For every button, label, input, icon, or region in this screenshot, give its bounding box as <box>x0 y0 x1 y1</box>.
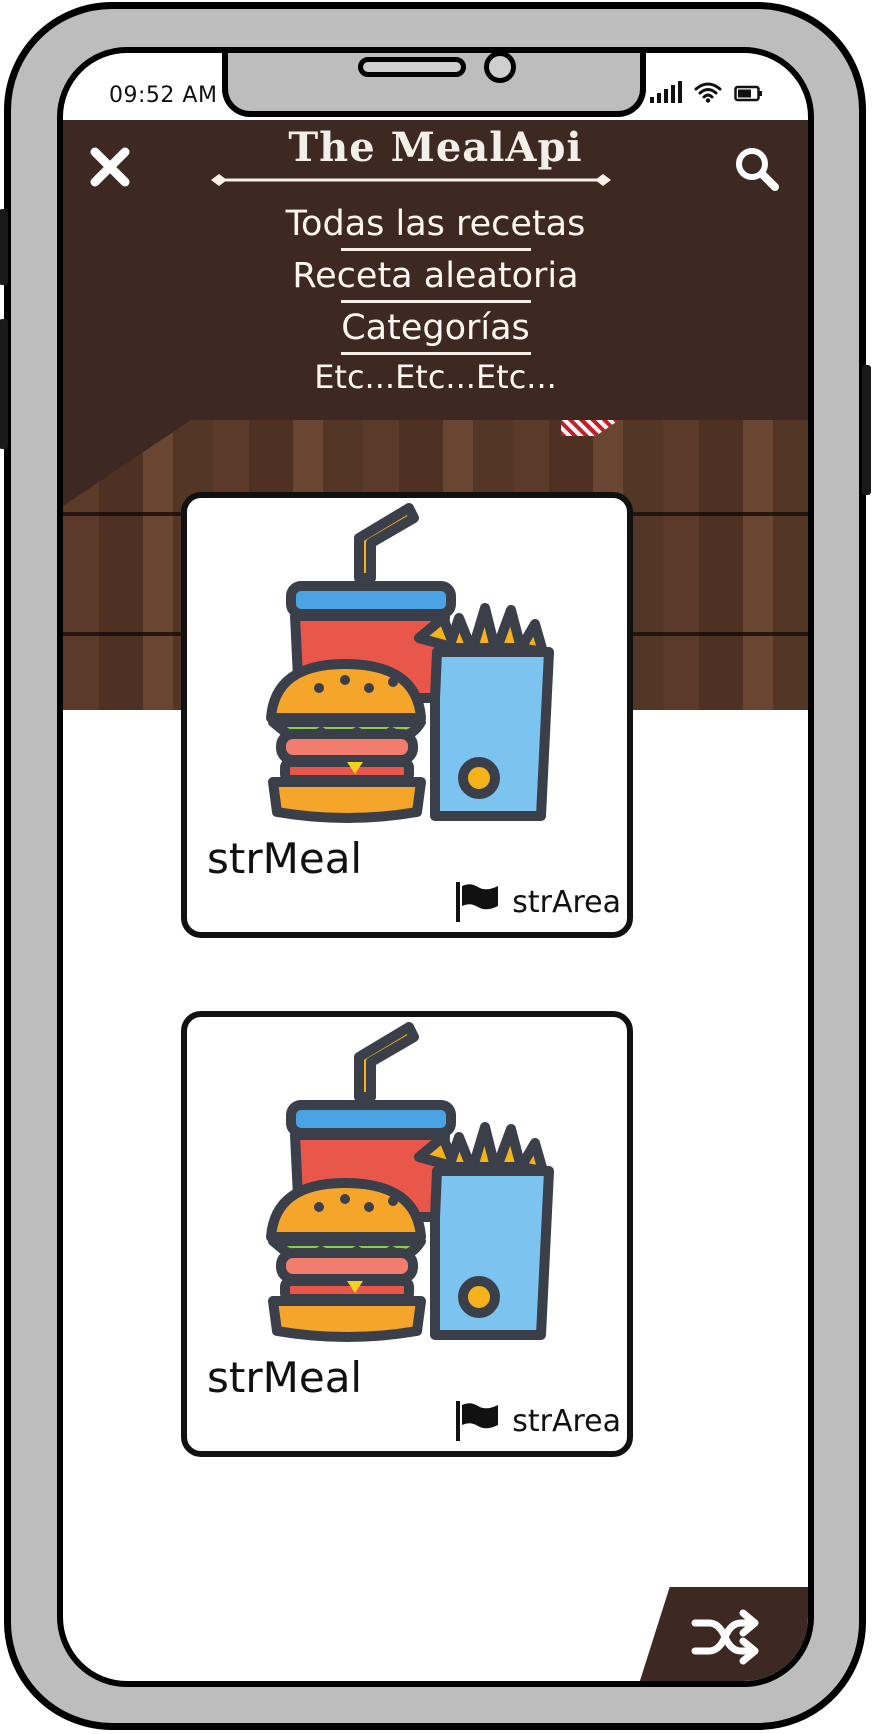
wifi-icon <box>694 82 722 103</box>
menu-divider <box>340 352 531 355</box>
menu-item-categories[interactable]: Categorías <box>63 306 808 355</box>
meal-name: strMeal <box>207 1353 363 1402</box>
status-icons <box>650 81 764 103</box>
menu-item-random-recipe[interactable]: Receta aleatoria <box>63 254 808 303</box>
menu-item-all-recipes[interactable]: Todas las recetas <box>63 202 808 251</box>
speaker-icon <box>358 57 466 77</box>
menu-item-label: Receta aleatoria <box>292 256 579 296</box>
menu-item-etc[interactable]: Etc...Etc...Etc... <box>63 358 808 402</box>
meal-area-label: strArea <box>512 1403 621 1439</box>
menu-item-label: Todas las recetas <box>285 204 586 244</box>
hero-slant <box>63 420 191 506</box>
power-button <box>862 365 871 495</box>
meal-name: strMeal <box>207 834 363 883</box>
status-bar: 09:52 AM <box>63 53 808 123</box>
shuffle-button[interactable] <box>638 1587 808 1681</box>
phone-screen: 09:52 AM The MealApi Todas las recetas R… <box>57 47 814 1687</box>
menu-divider <box>340 248 531 251</box>
notch <box>222 53 646 117</box>
meal-area: strArea <box>456 882 621 922</box>
title-divider <box>211 174 611 186</box>
fast-food-icon <box>266 503 554 823</box>
fast-food-icon <box>266 1022 554 1342</box>
shuffle-icon <box>691 1609 759 1665</box>
meal-area-label: strArea <box>512 884 621 920</box>
menu-item-label: Etc...Etc...Etc... <box>314 358 557 396</box>
app-title: The MealApi <box>288 124 583 171</box>
flag-icon <box>456 1401 499 1441</box>
signal-icon <box>650 81 682 103</box>
flag-icon <box>456 882 499 922</box>
camera-icon <box>484 53 516 83</box>
volume-up-button <box>0 209 8 285</box>
battery-icon <box>734 85 762 102</box>
meal-area: strArea <box>456 1401 621 1441</box>
main-menu: Todas las recetas Receta aleatoria Categ… <box>63 202 808 410</box>
menu-divider <box>340 300 531 303</box>
meal-card[interactable]: strMeal strArea <box>181 1011 633 1457</box>
search-icon[interactable] <box>732 144 782 194</box>
meal-card[interactable]: strMeal strArea <box>181 492 633 938</box>
status-time: 09:52 AM <box>109 83 218 108</box>
app-header: The MealApi Todas las recetas Receta ale… <box>63 120 808 420</box>
menu-item-label: Categorías <box>341 308 530 348</box>
volume-down-button <box>0 319 8 449</box>
